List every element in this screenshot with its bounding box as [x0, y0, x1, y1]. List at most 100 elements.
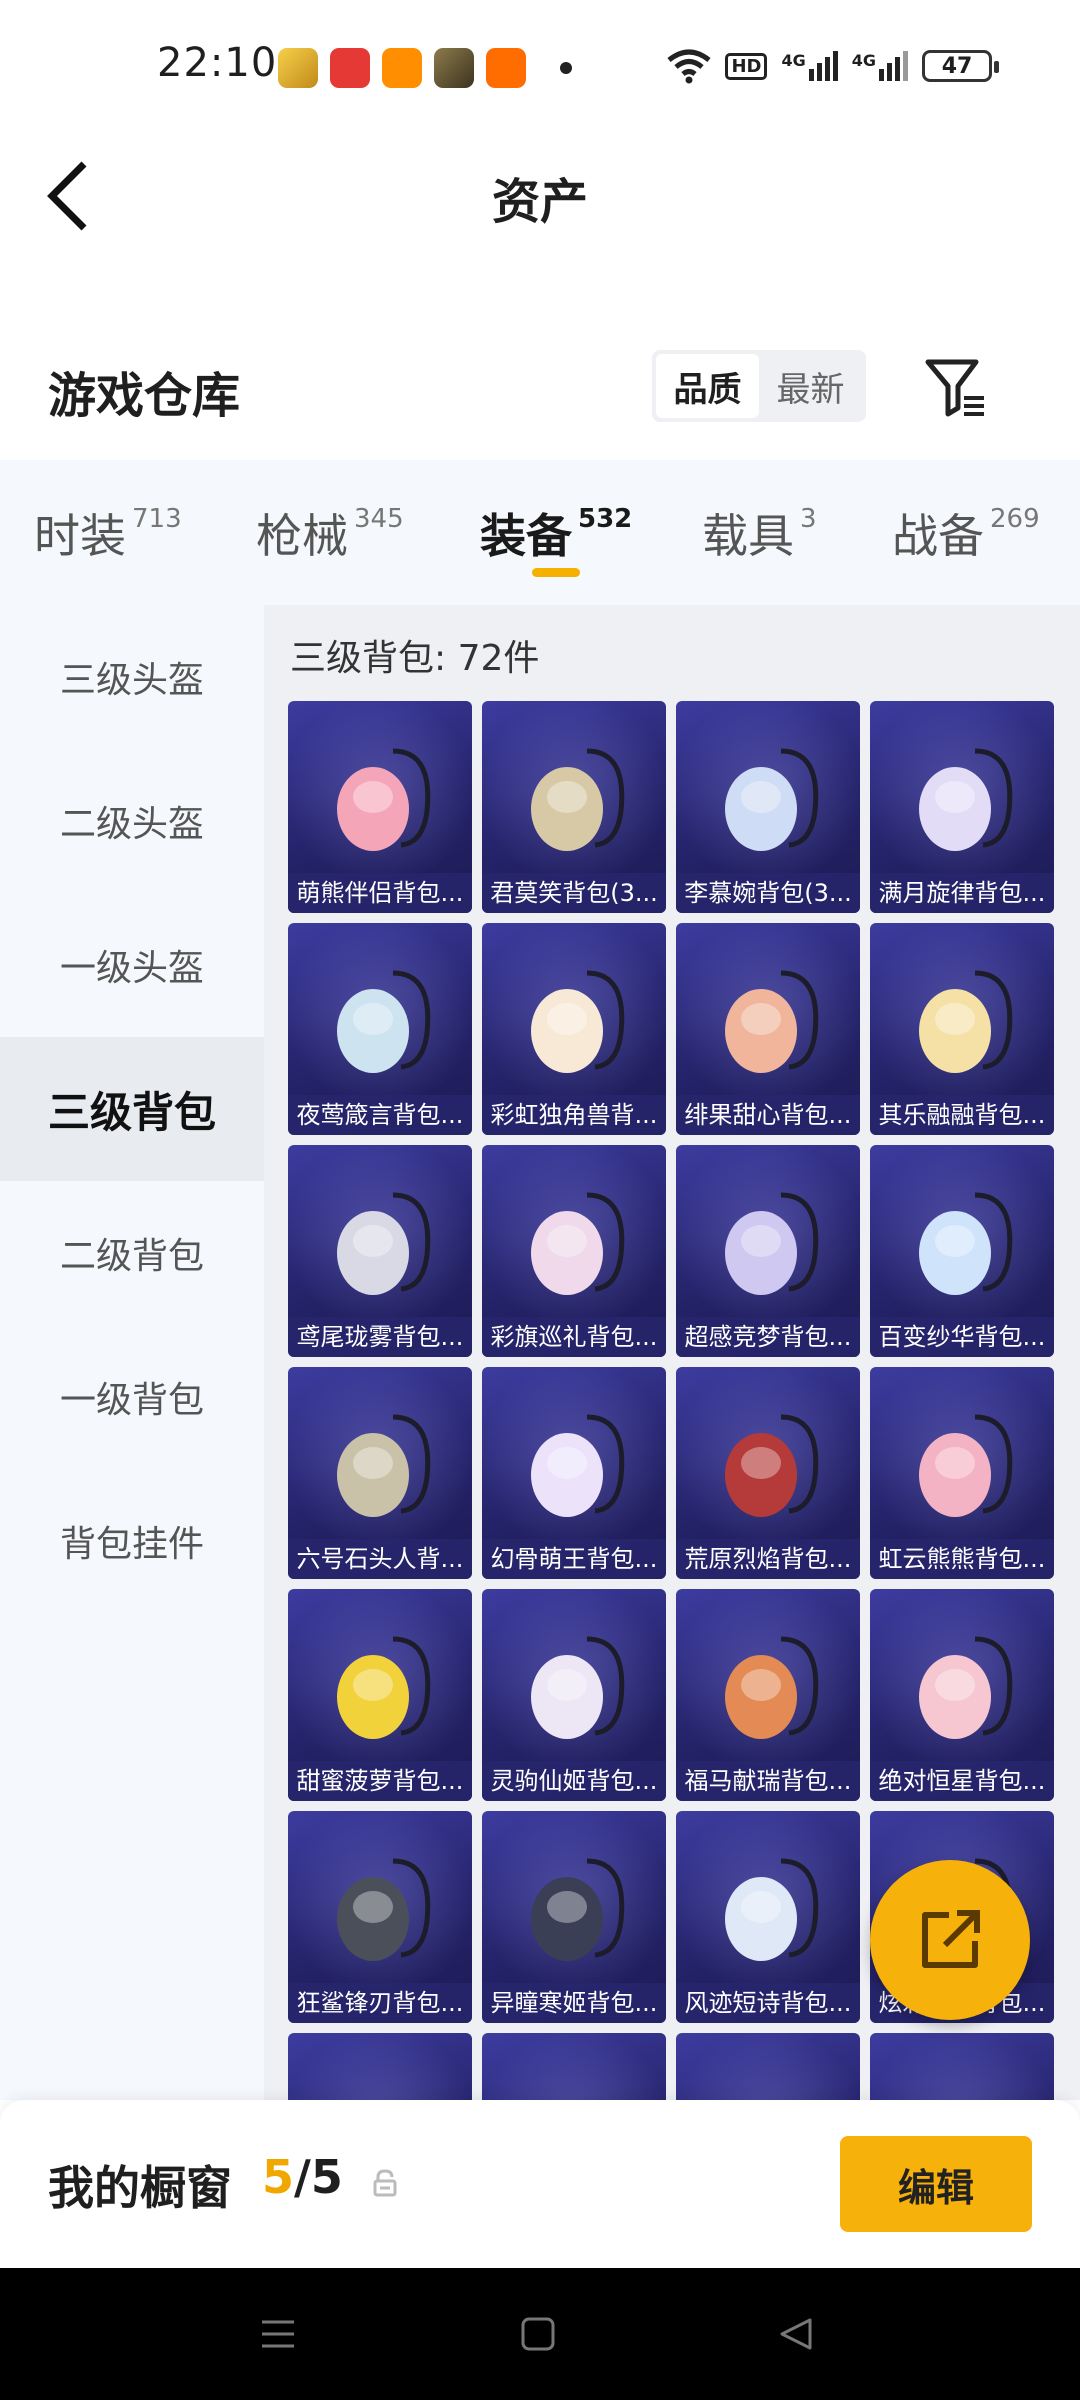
item-name: 绝对恒星背包...	[870, 1761, 1054, 1801]
tab-fashion[interactable]: 时装 713	[34, 500, 182, 566]
backpack-image	[531, 748, 625, 851]
back-nav-icon[interactable]	[776, 2314, 816, 2354]
item-card[interactable]: 满月旋律背包...	[870, 701, 1054, 913]
showcase-bar: 我的橱窗 5/5 编辑	[0, 2100, 1080, 2268]
item-name: 幻骨萌王背包...	[482, 1539, 666, 1579]
backpack-image	[531, 1192, 625, 1295]
item-card[interactable]	[288, 2033, 472, 2100]
sidebar-item-lv3-backpack[interactable]: 三级背包	[0, 1037, 264, 1181]
item-card[interactable]: 异瞳寒姬背包...	[482, 1811, 666, 2023]
backpack-image	[531, 970, 625, 1073]
notification-icons	[278, 48, 526, 88]
item-card[interactable]: 彩虹独角兽背...	[482, 923, 666, 1135]
home-icon[interactable]	[518, 2314, 558, 2354]
item-card[interactable]	[482, 2033, 666, 2100]
showcase-title: 我的橱窗	[48, 2161, 232, 2215]
sidebar-item-lv1-backpack[interactable]: 一级背包	[0, 1325, 264, 1469]
app-notification-icon	[486, 48, 526, 88]
item-card[interactable]: 幻骨萌王背包...	[482, 1367, 666, 1579]
status-bar: 22:10 HD 4G 4G 47	[0, 0, 1080, 130]
more-notifications-dot	[560, 62, 572, 74]
tab-supplies[interactable]: 战备 269	[892, 500, 1040, 566]
warehouse-title: 游戏仓库	[48, 368, 241, 424]
item-card[interactable]: 彩旗巡礼背包...	[482, 1145, 666, 1357]
item-card[interactable]: 虹云熊熊背包...	[870, 1367, 1054, 1579]
item-card[interactable]: 福马献瑞背包...	[676, 1589, 860, 1801]
sort-newest-button[interactable]: 最新	[759, 354, 862, 418]
page-title: 资产	[491, 174, 588, 230]
backpack-image	[725, 1636, 819, 1739]
sidebar-item-lv3-helmet[interactable]: 三级头盔	[0, 605, 264, 749]
sidebar-item-lv2-helmet[interactable]: 二级头盔	[0, 749, 264, 893]
sidebar-item-backpack-charm[interactable]: 背包挂件	[0, 1469, 264, 1613]
category-tabs: 时装 713 枪械 345 装备 532 载具 3 战备 269	[0, 460, 1080, 605]
backpack-image	[531, 1636, 625, 1739]
item-name: 绯果甜心背包...	[676, 1095, 860, 1135]
item-name: 彩旗巡礼背包...	[482, 1317, 666, 1357]
item-name: 异瞳寒姬背包...	[482, 1983, 666, 2023]
sidebar-item-lv1-helmet[interactable]: 一级头盔	[0, 893, 264, 1037]
hd-icon: HD	[725, 52, 768, 80]
backpack-image	[531, 1414, 625, 1517]
item-card[interactable]: 君莫笑背包(3...	[482, 701, 666, 913]
sidebar-item-lv2-backpack[interactable]: 二级背包	[0, 1181, 264, 1325]
sort-quality-button[interactable]: 品质	[656, 354, 759, 418]
item-card[interactable]: 荒原烈焰背包...	[676, 1367, 860, 1579]
item-card[interactable]: 鸢尾珑雾背包...	[288, 1145, 472, 1357]
tab-vehicles[interactable]: 载具 3	[702, 500, 817, 566]
tab-equipment[interactable]: 装备 532	[480, 500, 632, 566]
item-name: 彩虹独角兽背...	[482, 1095, 666, 1135]
backpack-image	[725, 1414, 819, 1517]
system-nav-bar	[0, 2268, 1080, 2400]
item-card[interactable]: 六号石头人背...	[288, 1367, 472, 1579]
wifi-icon	[667, 49, 712, 84]
item-card[interactable]: 李慕婉背包(3...	[676, 701, 860, 913]
item-name: 百变纱华背包...	[870, 1317, 1054, 1357]
item-card[interactable]: 灵驹仙姬背包...	[482, 1589, 666, 1801]
item-name: 狂鲨锋刃背包...	[288, 1983, 472, 2023]
item-card[interactable]	[870, 2033, 1054, 2100]
filter-icon[interactable]	[920, 352, 992, 424]
item-name: 灵驹仙姬背包...	[482, 1761, 666, 1801]
tab-firearms[interactable]: 枪械 345	[256, 500, 404, 566]
app-notification-icon	[278, 48, 318, 88]
backpack-image	[725, 970, 819, 1073]
active-tab-indicator	[532, 568, 580, 577]
backpack-image	[531, 1858, 625, 1961]
sort-toggle: 品质 最新	[652, 350, 866, 422]
backpack-image	[337, 970, 431, 1073]
item-card[interactable]: 绝对恒星背包...	[870, 1589, 1054, 1801]
item-card[interactable]	[676, 2033, 860, 2100]
item-name: 夜莺箴言背包...	[288, 1095, 472, 1135]
item-name: 福马献瑞背包...	[676, 1761, 860, 1801]
backpack-image	[919, 748, 1013, 851]
backpack-image	[725, 1192, 819, 1295]
backpack-image	[337, 1192, 431, 1295]
item-name: 满月旋律背包...	[870, 873, 1054, 913]
item-card[interactable]: 超感竞梦背包...	[676, 1145, 860, 1357]
item-name: 萌熊伴侣背包...	[288, 873, 472, 913]
item-card[interactable]: 风迹短诗背包...	[676, 1811, 860, 2023]
item-card[interactable]: 狂鲨锋刃背包...	[288, 1811, 472, 2023]
lock-icon	[373, 2169, 397, 2197]
app-notification-icon	[330, 48, 370, 88]
edit-button[interactable]: 编辑	[840, 2136, 1032, 2232]
item-card[interactable]: 百变纱华背包...	[870, 1145, 1054, 1357]
item-card[interactable]: 绯果甜心背包...	[676, 923, 860, 1135]
item-card[interactable]: 夜莺箴言背包...	[288, 923, 472, 1135]
backpack-image	[725, 1858, 819, 1961]
item-card[interactable]: 甜蜜菠萝背包...	[288, 1589, 472, 1801]
item-name: 超感竞梦背包...	[676, 1317, 860, 1357]
subcategory-sidebar: 三级头盔 二级头盔 一级头盔 三级背包 二级背包 一级背包 背包挂件	[0, 605, 264, 2100]
signal-icon: 4G	[852, 51, 908, 81]
share-button[interactable]	[870, 1860, 1030, 2020]
backpack-image	[337, 1414, 431, 1517]
signal-icon: 4G	[781, 51, 838, 81]
menu-icon[interactable]	[258, 2314, 298, 2354]
item-card[interactable]: 萌熊伴侣背包...	[288, 701, 472, 913]
backpack-image	[919, 1414, 1013, 1517]
battery-icon: 47	[922, 50, 999, 82]
item-name: 荒原烈焰背包...	[676, 1539, 860, 1579]
app-notification-icon	[434, 48, 474, 88]
item-card[interactable]: 其乐融融背包...	[870, 923, 1054, 1135]
